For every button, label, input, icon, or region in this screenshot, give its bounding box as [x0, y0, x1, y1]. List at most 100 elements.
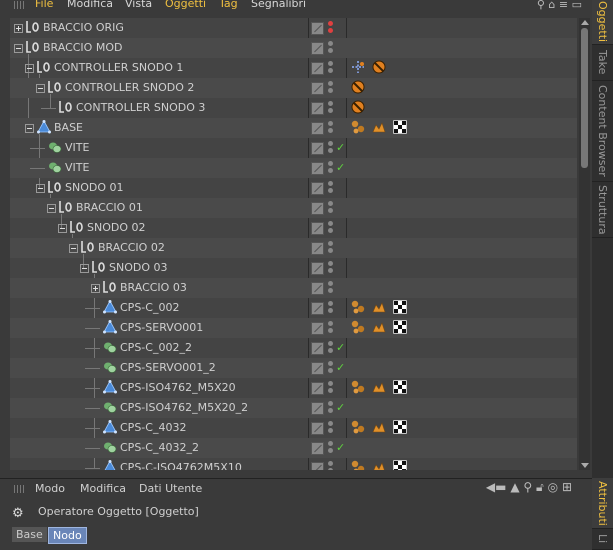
enabled-check-icon[interactable]: ✓ [336, 398, 345, 418]
forward-arrow-icon[interactable]: ▲ [510, 480, 519, 494]
checker-tag-icon[interactable] [392, 319, 408, 335]
gray-dot-icon[interactable] [328, 48, 333, 53]
phong-tag-icon[interactable] [372, 120, 386, 134]
object-name[interactable]: SNODO 03 [109, 258, 168, 278]
editor-render-toggle-icon[interactable] [311, 222, 324, 235]
editor-render-toggle-icon[interactable] [311, 442, 324, 455]
menu-segnalibri[interactable]: Segnalibri [251, 0, 306, 10]
expand-icon[interactable] [91, 284, 100, 293]
tree-row[interactable]: CONTROLLER SNODO 3 [10, 98, 577, 118]
editor-render-toggle-icon[interactable] [311, 402, 324, 415]
object-name[interactable]: CPS-ISO4762_M5X20_2 [120, 398, 248, 418]
object-name[interactable]: CONTROLLER SNODO 3 [76, 98, 205, 118]
gray-dot-icon[interactable] [328, 441, 333, 446]
gray-dot-icon[interactable] [328, 181, 333, 186]
gray-dot-icon[interactable] [328, 88, 333, 93]
tree-row[interactable]: CONTROLLER SNODO 1 [10, 58, 577, 78]
editor-render-toggle-icon[interactable] [311, 142, 324, 155]
editor-render-toggle-icon[interactable] [311, 162, 324, 175]
collapse-icon[interactable] [14, 44, 23, 53]
tree-scrollbar[interactable] [579, 18, 590, 470]
gray-dot-icon[interactable] [328, 301, 333, 306]
menu-vista[interactable]: Vista [125, 0, 152, 10]
enabled-check-icon[interactable]: ✓ [336, 338, 345, 358]
checker-tag-icon[interactable] [392, 119, 408, 135]
object-name[interactable]: BASE [54, 118, 83, 138]
menu-attr-modifica[interactable]: Modifica [80, 482, 126, 495]
collapse-icon[interactable] [69, 244, 78, 253]
gray-dot-icon[interactable] [328, 221, 333, 226]
visibility-dots[interactable] [328, 21, 333, 35]
lock-icon[interactable]: 🔓︎ [536, 480, 544, 494]
visibility-dots[interactable] [328, 421, 333, 435]
tree-row[interactable]: BRACCIO MOD [10, 38, 577, 58]
visibility-dots[interactable] [328, 81, 333, 95]
visibility-dots[interactable] [328, 141, 333, 155]
tree-row[interactable]: SNODO 03 [10, 258, 577, 278]
visibility-dots[interactable] [328, 61, 333, 75]
editor-render-toggle-icon[interactable] [311, 182, 324, 195]
enabled-check-icon[interactable]: ✓ [336, 138, 345, 158]
collapse-icon[interactable] [80, 264, 89, 273]
home-icon[interactable]: ⌂ [548, 0, 555, 11]
tree-row[interactable]: CPS-SERVO001 [10, 318, 577, 338]
search-icon[interactable]: ⚲ [537, 0, 545, 11]
editor-render-toggle-icon[interactable] [311, 342, 324, 355]
scroll-up-icon[interactable] [581, 20, 589, 25]
scroll-down-icon[interactable] [581, 463, 589, 468]
object-name[interactable]: BRACCIO MOD [43, 38, 122, 58]
editor-render-toggle-icon[interactable] [311, 102, 324, 115]
material-tag-icon[interactable] [351, 420, 365, 434]
phong-tag-icon[interactable] [372, 460, 386, 470]
object-name[interactable]: CPS-ISO4762_M5X20 [120, 378, 236, 398]
red-dot-icon[interactable] [328, 21, 333, 26]
object-name[interactable]: VITE [65, 138, 89, 158]
phong-tag-icon[interactable] [372, 320, 386, 334]
editor-render-toggle-icon[interactable] [311, 42, 324, 55]
object-name[interactable]: CPS-C_4032 [120, 418, 186, 438]
tree-row[interactable]: BRACCIO 01 [10, 198, 577, 218]
editor-render-toggle-icon[interactable] [311, 462, 324, 470]
gray-dot-icon[interactable] [328, 61, 333, 66]
editor-render-toggle-icon[interactable] [311, 242, 324, 255]
menu-dati-utente[interactable]: Dati Utente [139, 482, 202, 495]
panel-grip-icon[interactable] [14, 485, 26, 493]
tree-row[interactable]: CPS-ISO4762_M5X20_2 ✓ [10, 398, 577, 418]
stop-tag-icon[interactable] [351, 80, 365, 94]
gray-dot-icon[interactable] [328, 208, 333, 213]
gray-dot-icon[interactable] [328, 388, 333, 393]
tree-row[interactable]: CPS-C_4032_2 ✓ [10, 438, 577, 458]
gray-dot-icon[interactable] [328, 348, 333, 353]
checker-tag-icon[interactable] [392, 419, 408, 435]
tab-struttura[interactable]: Struttura [592, 182, 613, 238]
tree-row[interactable]: BRACCIO 03 [10, 278, 577, 298]
editor-render-toggle-icon[interactable] [311, 62, 324, 75]
collapse-icon[interactable] [25, 64, 34, 73]
visibility-dots[interactable] [328, 41, 333, 55]
object-name[interactable]: VITE [65, 158, 89, 178]
enabled-check-icon[interactable]: ✓ [336, 438, 345, 458]
visibility-dots[interactable] [328, 301, 333, 315]
tab-li[interactable]: Li [592, 529, 613, 550]
gray-dot-icon[interactable] [328, 121, 333, 126]
new-window-icon[interactable]: ⊞ [562, 480, 572, 494]
tab-nodo[interactable]: Nodo [48, 527, 87, 544]
phong-tag-icon[interactable] [372, 420, 386, 434]
gray-dot-icon[interactable] [328, 421, 333, 426]
tree-row[interactable]: BRACCIO ORIG [10, 18, 577, 38]
editor-render-toggle-icon[interactable] [311, 82, 324, 95]
gray-dot-icon[interactable] [328, 81, 333, 86]
object-name[interactable]: CPS-C_002 [120, 298, 179, 318]
collapse-icon[interactable] [47, 204, 56, 213]
gray-dot-icon[interactable] [328, 408, 333, 413]
object-name[interactable]: CPS-SERVO001_2 [120, 358, 216, 378]
visibility-dots[interactable] [328, 221, 333, 235]
checker-tag-icon[interactable] [392, 459, 408, 470]
editor-render-toggle-icon[interactable] [311, 422, 324, 435]
gray-dot-icon[interactable] [328, 101, 333, 106]
panel-grip-icon[interactable] [14, 1, 26, 9]
tree-row[interactable]: CPS-C-ISO4762M5X10 [10, 458, 577, 470]
menu-tag[interactable]: Tag [219, 0, 238, 10]
object-name[interactable]: CONTROLLER SNODO 2 [65, 78, 194, 98]
tab-oggetti[interactable]: Oggetti [592, 0, 613, 45]
